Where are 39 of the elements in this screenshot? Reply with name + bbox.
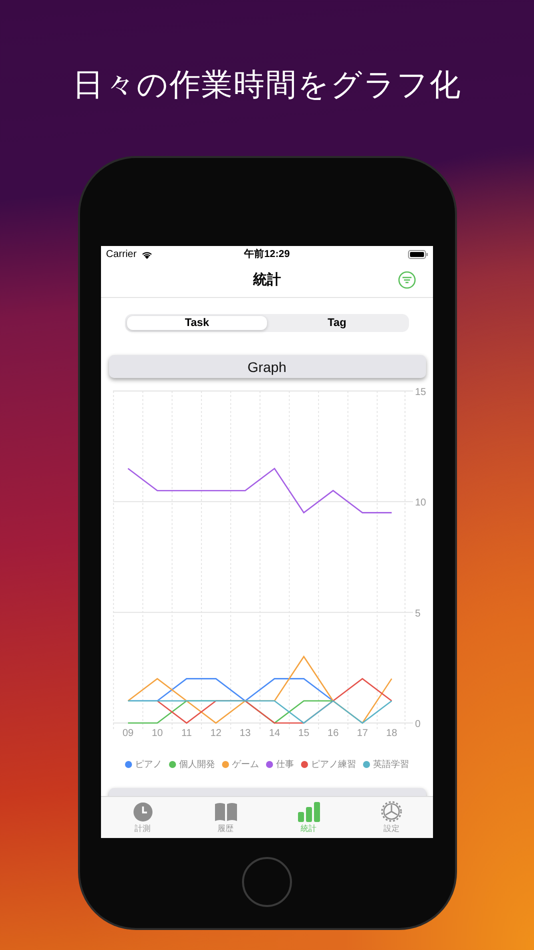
graph-button[interactable]: Graph bbox=[108, 355, 426, 378]
x-tick-label: 14 bbox=[268, 728, 280, 739]
x-tick-label: 12 bbox=[210, 728, 222, 739]
home-button[interactable] bbox=[242, 857, 292, 907]
headline: 日々の作業時間をグラフ化 bbox=[72, 66, 462, 104]
x-tick-label: 15 bbox=[298, 728, 310, 739]
x-tick-label: 13 bbox=[240, 728, 251, 739]
filter-icon[interactable] bbox=[398, 271, 416, 289]
x-tick-label: 17 bbox=[356, 728, 368, 739]
segment-tab[interactable]: Tag bbox=[267, 316, 407, 330]
segment-tab[interactable]: Task bbox=[127, 316, 267, 330]
legend-label: ピアノ bbox=[135, 758, 162, 771]
bar-chart-icon bbox=[296, 802, 320, 822]
clock-icon bbox=[132, 802, 152, 822]
tab-bar-item[interactable]: 履歴 bbox=[184, 797, 267, 838]
tab-bar-item[interactable]: 計測 bbox=[101, 797, 184, 838]
nav-title: 統計 bbox=[253, 270, 281, 288]
legend-label: ピアノ練習 bbox=[311, 758, 356, 771]
tab-bar-item[interactable]: 設定 bbox=[350, 797, 433, 838]
x-tick-label: 11 bbox=[181, 728, 192, 739]
battery-icon bbox=[408, 250, 428, 258]
x-tick-label: 18 bbox=[386, 728, 398, 739]
legend-label: 仕事 bbox=[276, 758, 294, 771]
book-icon bbox=[214, 802, 238, 822]
y-tick-label: 0 bbox=[415, 719, 421, 730]
settings-icon bbox=[381, 801, 402, 822]
legend-label: 個人開発 bbox=[179, 758, 215, 771]
x-tick-label: 16 bbox=[328, 728, 339, 739]
legend-label: 英語学習 bbox=[373, 758, 409, 771]
x-tick-label: 10 bbox=[152, 728, 163, 739]
tab-bar-item[interactable]: 統計 bbox=[267, 797, 350, 838]
wifi-icon bbox=[140, 250, 153, 258]
y-tick-label: 5 bbox=[415, 608, 421, 620]
y-tick-label: 10 bbox=[415, 498, 426, 509]
carrier-label: Carrier bbox=[106, 248, 137, 260]
legend-label: ゲーム bbox=[232, 758, 259, 771]
x-tick-label: 09 bbox=[122, 728, 134, 739]
y-tick-label: 15 bbox=[415, 387, 426, 398]
clock-time: 午前12:29 bbox=[244, 248, 290, 261]
